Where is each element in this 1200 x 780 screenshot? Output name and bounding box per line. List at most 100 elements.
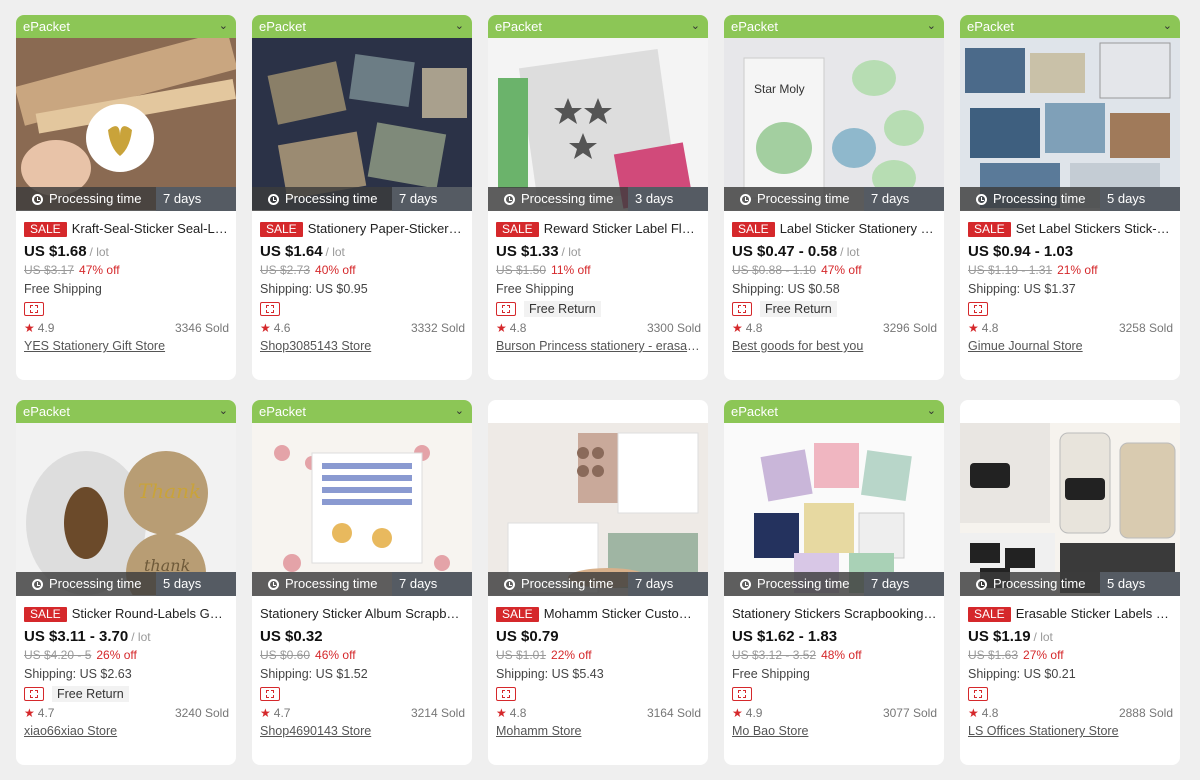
product-title-text[interactable]: Reward Sticker Label Flash Star... xyxy=(544,221,701,236)
chevron-down-icon[interactable]: ⌄ xyxy=(455,400,464,423)
store-link[interactable]: YES Stationery Gift Store xyxy=(24,338,229,354)
product-title-text[interactable]: Stationery Paper-Stickers Scrapbook... xyxy=(308,221,465,236)
rating-sold-row: ★ 4.9 3346 Sold xyxy=(24,319,229,338)
choice-ticket-icon xyxy=(968,301,988,316)
product-title[interactable]: SALE Mohamm Sticker Custom Journal... xyxy=(496,605,701,623)
product-title[interactable]: SALE Label Sticker Stationery Scrapbookin… xyxy=(732,220,937,238)
product-title-text[interactable]: Set Label Stickers Stick-Label... xyxy=(1016,221,1173,236)
product-title-text[interactable]: Kraft-Seal-Sticker Seal-Label Gold... xyxy=(72,221,229,236)
processing-time-label: Processing time xyxy=(757,576,850,591)
product-card[interactable]: ePacket ⌄ Processing time 7 days SALE Sta… xyxy=(252,15,472,380)
product-title[interactable]: SALE Erasable Sticker Labels Chalkboard..… xyxy=(968,605,1173,623)
product-title-text[interactable]: Stationery Stickers Scrapbooking Label..… xyxy=(732,606,937,621)
discount-percent: 26% off xyxy=(96,648,137,662)
choice-ticket-icon xyxy=(496,301,516,316)
store-link[interactable]: Best goods for best you xyxy=(732,338,937,354)
chevron-down-icon[interactable]: ⌄ xyxy=(927,15,936,38)
product-title[interactable]: SALE Kraft-Seal-Sticker Seal-Label Gold..… xyxy=(24,220,229,238)
sold-count: 3240 Sold xyxy=(174,706,229,720)
product-image[interactable] xyxy=(252,38,472,210)
product-title-text[interactable]: Sticker Round-Labels Gold Foil... xyxy=(72,606,229,621)
price-unit: / lot xyxy=(89,245,109,259)
processing-time-label: Processing time xyxy=(521,191,614,206)
product-card[interactable]: ePacket ⌄ Processing time 3 days SALE Rew… xyxy=(488,15,708,380)
shipping-method-bar[interactable]: ePacket ⌄ xyxy=(488,15,708,38)
store-link[interactable]: Gimue Journal Store xyxy=(968,338,1173,354)
product-image[interactable]: Star Moly xyxy=(724,38,944,210)
sale-badge: SALE xyxy=(260,222,303,237)
product-card[interactable]: ePacket ⌄ Star Moly Processing time 7 da… xyxy=(724,15,944,380)
price: US $1.64/ lot xyxy=(260,242,465,262)
product-title[interactable]: SALE Stationery Paper-Stickers Scrapbook.… xyxy=(260,220,465,238)
star-icon: ★ xyxy=(496,321,507,335)
clock-icon xyxy=(32,578,43,590)
product-title-text[interactable]: Label Sticker Stationery Scrapbooking... xyxy=(780,221,937,236)
product-title[interactable]: Stationery Stickers Scrapbooking Label..… xyxy=(732,605,937,623)
product-title[interactable]: SALE Set Label Stickers Stick-Label... xyxy=(968,220,1173,238)
product-title-text[interactable]: Stationery Sticker Album Scrapbooking... xyxy=(260,606,465,621)
product-title-text[interactable]: Erasable Sticker Labels Chalkboard... xyxy=(1016,606,1173,621)
rating-sold-row: ★ 4.8 3258 Sold xyxy=(968,319,1173,338)
processing-time-bar: Processing time 5 days xyxy=(960,572,1180,596)
product-card[interactable]: ePacket ⌄ Processing time 7 days Station… xyxy=(252,400,472,765)
store-link[interactable]: Mohamm Store xyxy=(496,723,701,739)
svg-text:Star Moly: Star Moly xyxy=(754,82,805,96)
product-image[interactable] xyxy=(488,38,708,210)
product-image[interactable]: Thank thank xyxy=(16,423,236,595)
rating-sold-row: ★ 4.6 3332 Sold xyxy=(260,319,465,338)
product-card[interactable]: ⌄ Processing time 7 days SALEMohamm Stic… xyxy=(488,400,708,765)
chevron-down-icon[interactable]: ⌄ xyxy=(219,400,228,423)
product-image[interactable] xyxy=(960,423,1180,595)
discount-percent: 47% off xyxy=(79,263,120,277)
chevron-down-icon[interactable]: ⌄ xyxy=(691,15,700,38)
sale-badge: SALE xyxy=(968,222,1011,237)
service-badges xyxy=(24,299,229,318)
shipping-method-bar[interactable]: ePacket ⌄ xyxy=(252,15,472,38)
rating-sold-row: ★ 4.8 3300 Sold xyxy=(496,319,701,338)
price-unit: / lot xyxy=(561,245,581,259)
chevron-down-icon[interactable]: ⌄ xyxy=(927,400,936,423)
original-price-row: US $3.12 - 3.52 48% off xyxy=(732,647,937,664)
discount-percent: 11% off xyxy=(551,263,591,277)
chevron-down-icon[interactable]: ⌄ xyxy=(1163,15,1172,38)
processing-time-label: Processing time xyxy=(285,576,378,591)
price-value: US $0.79 xyxy=(496,628,559,645)
shipping-method-bar[interactable]: ePacket ⌄ xyxy=(724,15,944,38)
product-card[interactable]: ⌄ Processing time 5 days SALEErasable St… xyxy=(960,400,1180,765)
processing-time-bar: Processing time 7 days xyxy=(16,187,236,211)
store-link[interactable]: xiao66xiao Store xyxy=(24,723,229,739)
processing-time-bar: Processing time 7 days xyxy=(252,572,472,596)
shipping-method-bar[interactable]: ePacket ⌄ xyxy=(16,400,236,423)
choice-ticket-icon xyxy=(496,686,516,701)
shipping-cost: Free Shipping xyxy=(496,282,574,296)
store-link[interactable]: Shop3085143 Store xyxy=(260,338,465,354)
product-card[interactable]: ePacket ⌄ Processing time 7 days SALE Kra… xyxy=(16,15,236,380)
product-card[interactable]: ePacket ⌄ Processing time 5 days SALE Set… xyxy=(960,15,1180,380)
store-link[interactable]: Shop4690143 Store xyxy=(260,723,465,739)
chevron-down-icon[interactable]: ⌄ xyxy=(455,15,464,38)
product-card[interactable]: ePacket ⌄ Thank thank Processing time 5 d… xyxy=(16,400,236,765)
product-title[interactable]: SALE Reward Sticker Label Flash Star... xyxy=(496,220,701,238)
product-card[interactable]: ePacket ⌄ Processing time 7 days Station… xyxy=(724,400,944,765)
store-link[interactable]: Mo Bao Store xyxy=(732,723,937,739)
product-image[interactable] xyxy=(252,423,472,595)
shipping-method-bar[interactable]: ePacket ⌄ xyxy=(960,15,1180,38)
store-link[interactable]: LS Offices Stationery Store xyxy=(968,723,1173,739)
price-value: US $0.32 xyxy=(260,628,323,645)
product-title[interactable]: SALE Sticker Round-Labels Gold Foil... xyxy=(24,605,229,623)
shipping-method-bar[interactable]: ePacket ⌄ xyxy=(724,400,944,423)
original-price-row: US $1.01 22% off xyxy=(496,647,701,664)
shipping-method-bar[interactable]: ePacket ⌄ xyxy=(252,400,472,423)
store-link[interactable]: Burson Princess stationery - erasable... xyxy=(496,338,701,354)
product-title[interactable]: Stationery Sticker Album Scrapbooking... xyxy=(260,605,465,623)
price-unit: / lot xyxy=(840,245,860,259)
product-image[interactable] xyxy=(960,38,1180,210)
product-title-text[interactable]: Mohamm Sticker Custom Journal... xyxy=(544,606,701,621)
product-image[interactable] xyxy=(16,38,236,210)
product-image[interactable] xyxy=(488,423,708,595)
chevron-down-icon[interactable]: ⌄ xyxy=(219,15,228,38)
service-badges xyxy=(496,684,701,703)
free-return-badge: Free Return xyxy=(760,300,837,317)
product-image[interactable] xyxy=(724,423,944,595)
shipping-method-bar[interactable]: ePacket ⌄ xyxy=(16,15,236,38)
